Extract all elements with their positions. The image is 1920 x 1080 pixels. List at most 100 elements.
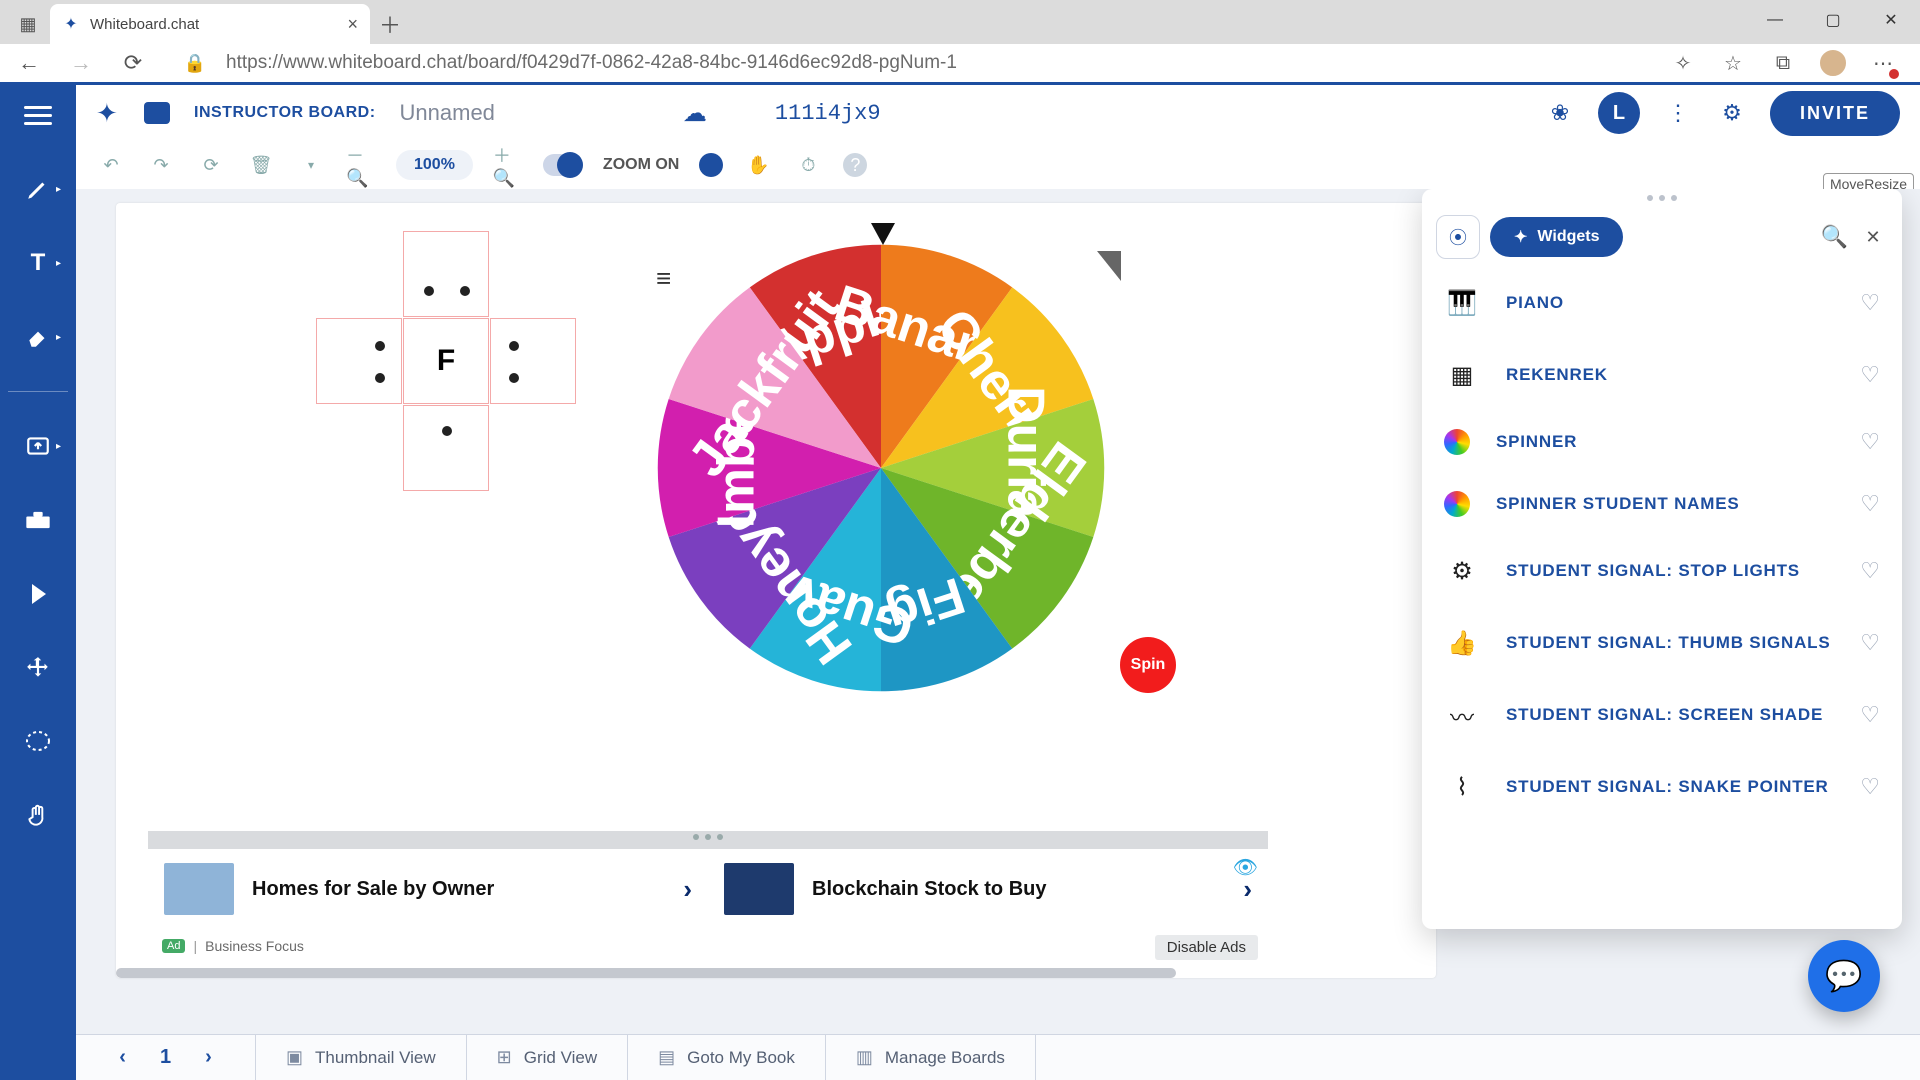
widget-item[interactable]: ▦REKENREK♡ bbox=[1422, 339, 1902, 411]
pen-tool-icon[interactable]: ▸ bbox=[15, 169, 61, 209]
widget-item[interactable]: SPINNER STUDENT NAMES♡ bbox=[1422, 473, 1902, 535]
favorite-heart-icon[interactable]: ♡ bbox=[1860, 702, 1880, 728]
reload-canvas-icon[interactable]: ⟳ bbox=[196, 150, 226, 180]
redo-icon[interactable]: ↷ bbox=[146, 150, 176, 180]
flower-icon[interactable]: ❀ bbox=[1544, 97, 1576, 129]
close-window-icon[interactable]: ✕ bbox=[1862, 0, 1920, 40]
new-tab-button[interactable]: ＋ bbox=[370, 4, 410, 44]
join-code[interactable]: 111i4jx9 bbox=[775, 101, 881, 126]
settings-gear-icon[interactable]: ⚙ bbox=[1716, 97, 1748, 129]
close-panel-icon[interactable]: ✕ bbox=[1858, 222, 1888, 252]
next-page-icon[interactable]: › bbox=[205, 1046, 212, 1069]
refresh-icon[interactable]: ⟳ bbox=[116, 46, 150, 80]
favorite-heart-icon[interactable]: ♡ bbox=[1860, 290, 1880, 316]
favorite-heart-icon[interactable]: ♡ bbox=[1860, 558, 1880, 584]
undo-icon[interactable]: ↶ bbox=[96, 150, 126, 180]
widget-item[interactable]: ⌇STUDENT SIGNAL: SNAKE POINTER♡ bbox=[1422, 751, 1902, 823]
hamburger-menu-icon[interactable] bbox=[15, 95, 61, 135]
page-number: 1 bbox=[160, 1046, 171, 1069]
collections-icon[interactable]: ⧉ bbox=[1768, 48, 1798, 78]
ad-card[interactable]: Homes for Sale by Owner › bbox=[148, 849, 708, 929]
board-label: INSTRUCTOR BOARD: bbox=[194, 104, 376, 122]
widget-item[interactable]: SPINNER♡ bbox=[1422, 411, 1902, 473]
invite-button[interactable]: INVITE bbox=[1770, 91, 1900, 136]
manage-boards-button[interactable]: ▥Manage Boards bbox=[826, 1035, 1036, 1080]
profile-avatar-icon[interactable] bbox=[1818, 48, 1848, 78]
rainbow-icon bbox=[1444, 491, 1470, 517]
help-icon[interactable]: ? bbox=[843, 153, 867, 177]
url-input[interactable]: 🔒 https://www.whiteboard.chat/board/f042… bbox=[168, 46, 1650, 80]
gear-icon: ⚙ bbox=[1444, 553, 1480, 589]
back-icon[interactable]: ← bbox=[12, 46, 46, 80]
favorites-icon[interactable]: ☆ bbox=[1718, 48, 1748, 78]
tab-actions-icon[interactable]: ▦ bbox=[6, 4, 50, 44]
menu-overflow-icon[interactable]: ⋯ bbox=[1868, 48, 1898, 78]
spin-button[interactable]: Spin bbox=[1120, 637, 1176, 693]
cloud-save-icon[interactable]: ☁ bbox=[683, 99, 707, 128]
zoom-in-icon[interactable]: ＋🔍 bbox=[493, 150, 523, 180]
maximize-icon[interactable]: ▢ bbox=[1804, 0, 1862, 40]
lasso-tool-icon[interactable] bbox=[15, 722, 61, 762]
favorite-heart-icon[interactable]: ♡ bbox=[1860, 429, 1880, 455]
panel-drag-handle-icon[interactable] bbox=[1422, 189, 1902, 207]
thumbnail-view-button[interactable]: ▣Thumbnail View bbox=[256, 1035, 467, 1080]
ads-drag-handle-icon[interactable] bbox=[693, 834, 723, 840]
eraser-tool-icon[interactable]: ▸ bbox=[15, 317, 61, 357]
color-swatch[interactable] bbox=[699, 153, 723, 177]
board-name[interactable]: Unnamed bbox=[400, 100, 495, 126]
timer-icon[interactable]: ⏱ bbox=[793, 150, 823, 180]
snake-icon: ⌇ bbox=[1444, 769, 1480, 805]
app-logo-icon[interactable]: ✦ bbox=[96, 98, 126, 128]
ad-provider: Business Focus bbox=[205, 938, 304, 954]
text-tool-icon[interactable]: T▸ bbox=[15, 243, 61, 283]
minimize-icon[interactable]: — bbox=[1746, 0, 1804, 40]
dice-net[interactable]: F bbox=[316, 231, 576, 491]
zoom-out-icon[interactable]: －🔍 bbox=[346, 150, 376, 180]
canvas-wrap: F ≡ AppleBan bbox=[76, 189, 1920, 1034]
favorite-heart-icon[interactable]: ♡ bbox=[1860, 774, 1880, 800]
favorite-heart-icon[interactable]: ♡ bbox=[1860, 362, 1880, 388]
play-tool-icon[interactable] bbox=[15, 574, 61, 614]
zoom-toggle[interactable] bbox=[543, 154, 583, 176]
category-icon[interactable]: ⦿ bbox=[1436, 215, 1480, 259]
read-aloud-icon[interactable]: ✧ bbox=[1668, 48, 1698, 78]
favorite-heart-icon[interactable]: ♡ bbox=[1860, 491, 1880, 517]
prev-page-icon[interactable]: ‹ bbox=[119, 1046, 126, 1069]
widgets-tab[interactable]: ✦ Widgets bbox=[1490, 217, 1623, 257]
trash-icon[interactable]: 🗑 bbox=[246, 150, 276, 180]
widgets-panel: ⦿ ✦ Widgets 🔍 ✕ 🎹PIANO♡▦REKENREK♡SPINNER… bbox=[1422, 189, 1902, 929]
chevron-right-icon: › bbox=[683, 874, 692, 905]
thumb-icon: 👍 bbox=[1444, 625, 1480, 661]
spinner-widget[interactable]: ≡ AppleBananaCherryDurianElderberryFigGu… bbox=[646, 223, 1116, 703]
close-tab-icon[interactable]: × bbox=[347, 14, 358, 35]
chat-fab-icon[interactable]: 💬 bbox=[1808, 940, 1880, 1012]
search-icon[interactable]: 🔍 bbox=[1821, 224, 1848, 250]
disable-ads-button[interactable]: Disable Ads bbox=[1155, 935, 1258, 960]
goto-my-book-button[interactable]: ▤Goto My Book bbox=[628, 1035, 826, 1080]
horizontal-scrollbar[interactable] bbox=[116, 968, 1176, 978]
spinner-wheel[interactable]: AppleBananaCherryDurianElderberryFigGuav… bbox=[646, 233, 1116, 703]
favorite-heart-icon[interactable]: ♡ bbox=[1860, 630, 1880, 656]
widget-item[interactable]: 👍STUDENT SIGNAL: THUMB SIGNALS♡ bbox=[1422, 607, 1902, 679]
browser-tab[interactable]: ✦ Whiteboard.chat × bbox=[50, 4, 370, 44]
move-tool-icon[interactable] bbox=[15, 648, 61, 688]
trash-chevron-icon[interactable]: ▾ bbox=[296, 150, 326, 180]
whiteboard-canvas[interactable]: F ≡ AppleBan bbox=[116, 203, 1436, 978]
user-avatar[interactable]: L bbox=[1598, 92, 1640, 134]
boards-icon: ▥ bbox=[856, 1047, 873, 1068]
zoom-value[interactable]: 100% bbox=[396, 150, 473, 180]
widget-item[interactable]: 🎹PIANO♡ bbox=[1422, 267, 1902, 339]
ad-card[interactable]: Blockchain Stock to Buy › bbox=[708, 849, 1268, 929]
forward-icon: → bbox=[64, 46, 98, 80]
gesture-tool-icon[interactable] bbox=[15, 796, 61, 836]
widget-item[interactable]: ⚙STUDENT SIGNAL: STOP LIGHTS♡ bbox=[1422, 535, 1902, 607]
widget-item[interactable]: 〰STUDENT SIGNAL: SCREEN SHADE♡ bbox=[1422, 679, 1902, 751]
grid-view-button[interactable]: ⊞Grid View bbox=[467, 1035, 628, 1080]
kebab-menu-icon[interactable]: ⋮ bbox=[1662, 97, 1694, 129]
widgets-list[interactable]: 🎹PIANO♡▦REKENREK♡SPINNER♡SPINNER STUDENT… bbox=[1422, 267, 1902, 929]
upload-tool-icon[interactable]: ▸ bbox=[15, 426, 61, 466]
toolbox-icon[interactable] bbox=[15, 500, 61, 540]
hand-pan-icon[interactable]: ✋ bbox=[743, 150, 773, 180]
rainbow-icon bbox=[1444, 429, 1470, 455]
ads-visibility-icon[interactable]: 👁 bbox=[1233, 855, 1258, 880]
